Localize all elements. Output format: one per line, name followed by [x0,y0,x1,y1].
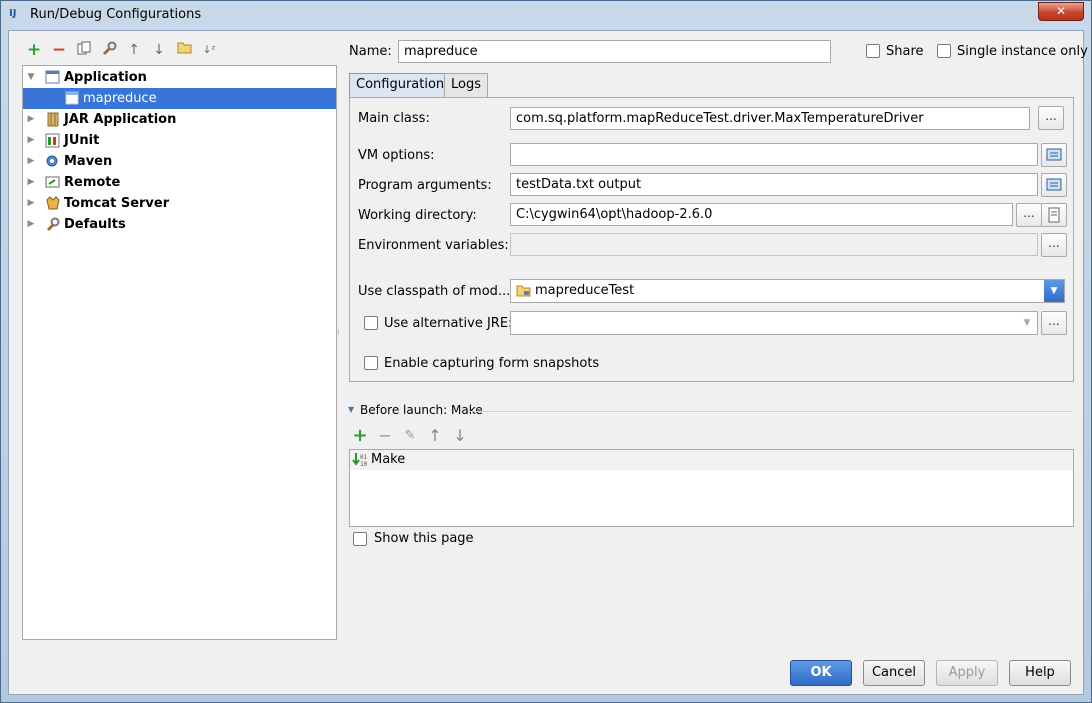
task-down-button[interactable]: ↓ [451,427,469,445]
single-instance-label: Single instance only [957,44,1088,59]
browse-main-class-button[interactable]: ... [1038,106,1064,130]
move-up-button[interactable]: ↑ [125,41,143,59]
program-args-label: Program arguments: [358,178,492,193]
alt-jre-checkbox[interactable] [364,316,378,330]
tab-configuration[interactable]: Configuration [349,73,452,98]
collapsed-arrow-icon[interactable]: ▶ [25,151,37,172]
show-page-checkbox[interactable] [353,532,367,546]
cancel-button[interactable]: Cancel [863,660,925,686]
tree-item-defaults[interactable]: ▶ Defaults [23,214,336,235]
jar-icon [45,112,61,127]
vm-options-label: VM options: [358,148,435,163]
tree-item-jar-application[interactable]: ▶ JAR Application [23,109,336,130]
snapshots-label: Enable capturing form snapshots [384,356,600,371]
collapse-arrow-icon[interactable]: ▼ [348,405,354,414]
tree-item-application[interactable]: ▼ Application [23,67,336,88]
name-field[interactable]: mapreduce [398,40,831,63]
maven-icon [45,154,61,169]
collapsed-arrow-icon[interactable]: ▶ [25,193,37,214]
env-vars-field[interactable] [510,233,1038,256]
working-dir-field[interactable]: C:\cygwin64\opt\hadoop-2.6.0 [510,203,1013,226]
edit-env-vars-button[interactable]: ... [1041,233,1067,257]
configuration-panel: Main class: com.sq.platform.mapReduceTes… [349,97,1074,382]
vm-options-field[interactable] [510,143,1038,166]
tomcat-icon [45,196,61,211]
expanded-arrow-icon[interactable]: ▼ [25,67,37,88]
tree-item-tomcat-server[interactable]: ▶ Tomcat Server [23,193,336,214]
browse-working-dir-button[interactable]: ... [1016,203,1042,227]
alt-jre-select[interactable]: ▼ [510,311,1038,335]
expand-editor-icon[interactable] [1041,143,1067,167]
alt-jre-label: Use alternative JRE: [384,316,513,331]
name-label: Name: [349,44,392,59]
collapsed-arrow-icon[interactable]: ▶ [25,109,37,130]
make-icon: 01 10 [352,452,368,472]
config-tree[interactable]: ▼ Application mapreduce ▶ JAR Applicatio… [22,65,337,640]
classpath-module-select[interactable]: mapreduceTest ▼ [510,279,1065,303]
help-button[interactable]: Help [1009,660,1071,686]
remote-icon [45,175,61,190]
intellij-icon: IJ [9,8,17,19]
share-checkbox[interactable] [866,44,880,58]
ok-button[interactable]: OK [790,660,852,686]
before-launch-separator [470,411,1073,412]
dropdown-arrow-icon[interactable]: ▼ [1044,280,1064,302]
collapsed-arrow-icon[interactable]: ▶ [25,214,37,235]
show-page-label: Show this page [374,531,474,546]
dropdown-arrow-icon[interactable]: ▼ [1017,312,1037,334]
before-launch-title[interactable]: Before launch: Make [360,403,483,417]
before-launch-list[interactable]: 01 10 Make [349,449,1074,527]
collapsed-arrow-icon[interactable]: ▶ [25,172,37,193]
working-dir-label: Working directory: [358,208,477,223]
junit-icon [45,133,61,148]
browse-jre-button[interactable]: ... [1041,311,1067,335]
classpath-module-value: mapreduceTest [535,283,635,298]
list-item[interactable]: 01 10 Make [350,450,1073,470]
dialog-client: + − ↑ ↓ ↓ᶻ ▼ Application mapreduce ▶ JAR… [8,30,1088,695]
macro-icon[interactable] [1041,203,1067,227]
add-config-button[interactable]: + [25,41,43,59]
snapshots-checkbox[interactable] [364,356,378,370]
add-task-button[interactable]: + [351,427,369,445]
edit-task-button[interactable]: ✎ [401,427,419,445]
module-folder-icon [516,284,531,301]
copy-icon[interactable] [75,41,93,59]
classpath-label: Use classpath of mod... [358,284,511,299]
window-title: Run/Debug Configurations [30,7,202,22]
remove-task-button[interactable]: − [376,427,394,445]
task-up-button[interactable]: ↑ [426,427,444,445]
folder-icon[interactable] [175,41,193,59]
move-down-button[interactable]: ↓ [150,41,168,59]
svg-text:10: 10 [360,461,368,468]
env-vars-label: Environment variables: [358,238,509,253]
title-bar: IJ Run/Debug Configurations ✕ [1,1,1091,29]
wrench-icon[interactable] [100,41,118,59]
sort-az-icon[interactable]: ↓ᶻ [200,41,218,59]
share-label: Share [886,44,924,59]
tree-item-remote[interactable]: ▶ Remote [23,172,336,193]
defaults-icon [45,217,61,232]
remove-config-button[interactable]: − [50,41,68,59]
tree-item-mapreduce[interactable]: mapreduce [23,88,336,109]
tree-item-maven[interactable]: ▶ Maven [23,151,336,172]
close-button[interactable]: ✕ [1038,2,1084,21]
apply-button[interactable]: Apply [936,660,998,686]
splitter-handle[interactable]: ⁞ [337,329,341,345]
main-class-label: Main class: [358,111,430,126]
main-class-field[interactable]: com.sq.platform.mapReduceTest.driver.Max… [510,107,1030,130]
application-config-icon [65,91,81,106]
tab-logs[interactable]: Logs [444,73,488,97]
tree-item-junit[interactable]: ▶ JUnit [23,130,336,151]
make-task-label: Make [371,452,406,467]
dialog-window: IJ Run/Debug Configurations ✕ + − ↑ ↓ ↓ᶻ… [0,0,1092,703]
expand-editor-icon[interactable] [1041,173,1067,197]
svg-text:01: 01 [360,454,368,461]
single-instance-checkbox[interactable] [937,44,951,58]
application-icon [45,70,61,85]
program-args-field[interactable]: testData.txt output [510,173,1038,196]
collapsed-arrow-icon[interactable]: ▶ [25,130,37,151]
